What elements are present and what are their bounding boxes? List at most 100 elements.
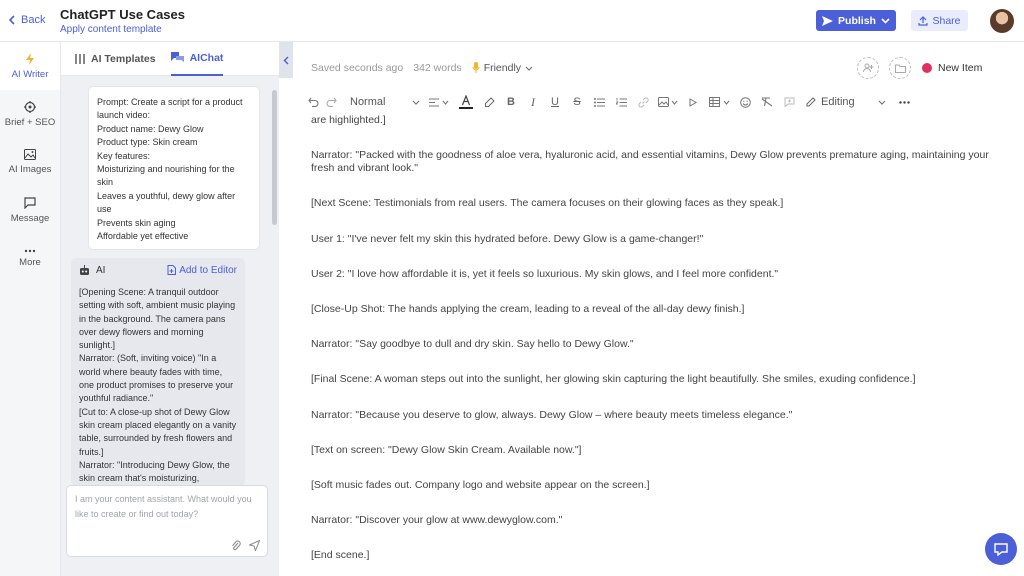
text-color-button[interactable] — [454, 92, 478, 112]
paragraph: [Text on screen: "Dewy Glow Skin Cream. … — [311, 443, 582, 456]
italic-icon[interactable]: I — [522, 92, 544, 112]
image-icon — [658, 97, 669, 107]
user-prompt-message: Prompt: Create a script for a product la… — [88, 86, 260, 250]
paragraph: User 2: "I love how affordable it is, ye… — [311, 267, 779, 280]
apply-template-link[interactable]: Apply content template — [60, 24, 162, 35]
paperclip-icon[interactable] — [231, 540, 241, 551]
collapse-panel-button[interactable] — [279, 42, 293, 78]
insert-table-button[interactable] — [704, 92, 734, 112]
target-icon — [24, 100, 36, 113]
share-label: Share — [932, 14, 961, 27]
chat-input-box — [66, 485, 268, 557]
nav-item-ai-writer[interactable]: AI Writer — [0, 42, 60, 90]
pencil-icon — [806, 97, 816, 107]
user-avatar[interactable] — [990, 9, 1014, 33]
bold-icon[interactable]: B — [500, 92, 522, 112]
image-icon — [24, 149, 36, 160]
share-button[interactable]: Share — [911, 10, 968, 31]
back-label: Back — [21, 14, 46, 26]
back-button[interactable]: Back — [8, 14, 45, 26]
editor-content[interactable]: are highlighted.] Narrator: "Packed with… — [311, 114, 991, 576]
text-style-value: Normal — [350, 96, 386, 108]
redo-icon — [326, 97, 337, 107]
help-chat-button[interactable] — [985, 533, 1017, 565]
paragraph: [End scene.] — [311, 549, 370, 562]
numbered-list-button[interactable] — [610, 92, 632, 112]
link-button[interactable] — [632, 92, 654, 112]
add-to-editor-button[interactable]: Add to Editor — [167, 265, 237, 276]
insert-image-button[interactable] — [654, 92, 682, 112]
redo-button[interactable] — [322, 92, 340, 112]
editing-mode-value: Editing — [821, 96, 855, 108]
paragraph: Narrator: "Because you deserve to glow, … — [311, 408, 793, 421]
chat-scrollbar[interactable] — [272, 90, 277, 225]
nav-label: Brief + SEO — [4, 116, 56, 128]
tone-label: Friendly — [483, 62, 522, 74]
more-icon — [898, 100, 910, 104]
nav-label: Message — [10, 212, 50, 224]
paragraph: are highlighted.] — [311, 114, 386, 126]
clear-formatting-button[interactable] — [756, 92, 778, 112]
add-collaborator-button[interactable] — [857, 57, 879, 79]
paragraph: [Close-Up Shot: The hands applying the c… — [311, 302, 745, 315]
formatting-toolbar: Normal B I U S Editing — [304, 92, 1014, 112]
message-icon — [24, 196, 36, 209]
tab-aichat[interactable]: AIChat — [170, 42, 224, 76]
publish-button[interactable]: Publish — [816, 10, 896, 31]
paragraph: Narrator: "Say goodbye to dull and dry s… — [311, 338, 634, 351]
chat-bubbles-icon — [170, 52, 184, 62]
assign-folder-button[interactable] — [889, 57, 911, 79]
editing-mode-select[interactable]: Editing — [800, 92, 892, 112]
underline-icon[interactable]: U — [544, 92, 566, 112]
microphone-icon — [472, 62, 480, 73]
more-icon — [24, 249, 36, 252]
chat-input[interactable] — [67, 486, 267, 534]
new-item-status[interactable]: New Item — [922, 62, 982, 74]
chevron-down-icon — [525, 66, 533, 71]
text-color-icon — [459, 95, 473, 109]
highlighter-icon — [484, 96, 495, 107]
comment-button[interactable] — [778, 92, 800, 112]
emoji-icon — [739, 96, 751, 108]
nav-item-ai-images[interactable]: AI Images — [0, 138, 60, 186]
send-icon[interactable] — [249, 540, 260, 551]
align-button[interactable] — [424, 92, 454, 112]
nav-item-more[interactable]: More — [0, 234, 60, 282]
chevron-down-icon — [671, 100, 678, 105]
bullet-list-button[interactable] — [588, 92, 610, 112]
link-icon — [637, 96, 649, 108]
chevron-left-icon — [283, 56, 289, 64]
clear-format-icon — [761, 97, 773, 107]
ai-response-text: [Opening Scene: A tranquil outdoor setti… — [79, 287, 237, 484]
chevron-down-icon — [442, 100, 449, 105]
word-count: 342 words — [413, 62, 462, 74]
bullet-list-icon — [593, 97, 605, 107]
table-icon — [708, 97, 720, 107]
lightning-icon — [26, 52, 34, 65]
play-icon — [689, 97, 697, 107]
more-options-button[interactable] — [892, 92, 916, 112]
highlight-button[interactable] — [478, 92, 500, 112]
emoji-button[interactable] — [734, 92, 756, 112]
left-navigation: AI Writer Brief + SEO AI Images Message … — [0, 42, 61, 576]
chevron-down-icon — [881, 17, 890, 24]
add-user-icon — [862, 63, 873, 73]
paragraph: [Next Scene: Testimonials from real user… — [311, 197, 784, 210]
strikethrough-icon[interactable]: S — [566, 92, 588, 112]
numbered-list-icon — [615, 97, 627, 106]
nav-item-brief-seo[interactable]: Brief + SEO — [0, 90, 60, 138]
tab-ai-templates[interactable]: AI Templates — [75, 42, 156, 76]
send-icon — [822, 15, 834, 26]
insert-video-button[interactable] — [682, 92, 704, 112]
tone-selector[interactable]: Friendly — [472, 62, 533, 74]
nav-item-message[interactable]: Message — [0, 186, 60, 234]
text-style-select[interactable]: Normal — [340, 92, 424, 112]
chevron-down-icon — [412, 100, 420, 105]
status-dot — [922, 63, 932, 73]
undo-icon — [307, 97, 318, 107]
nav-label: AI Images — [8, 164, 52, 175]
save-status: Saved seconds ago — [311, 62, 404, 74]
comment-icon — [784, 97, 794, 107]
undo-button[interactable] — [304, 92, 322, 112]
editor-panel: Saved seconds ago 342 words Friendly New… — [294, 42, 1024, 576]
